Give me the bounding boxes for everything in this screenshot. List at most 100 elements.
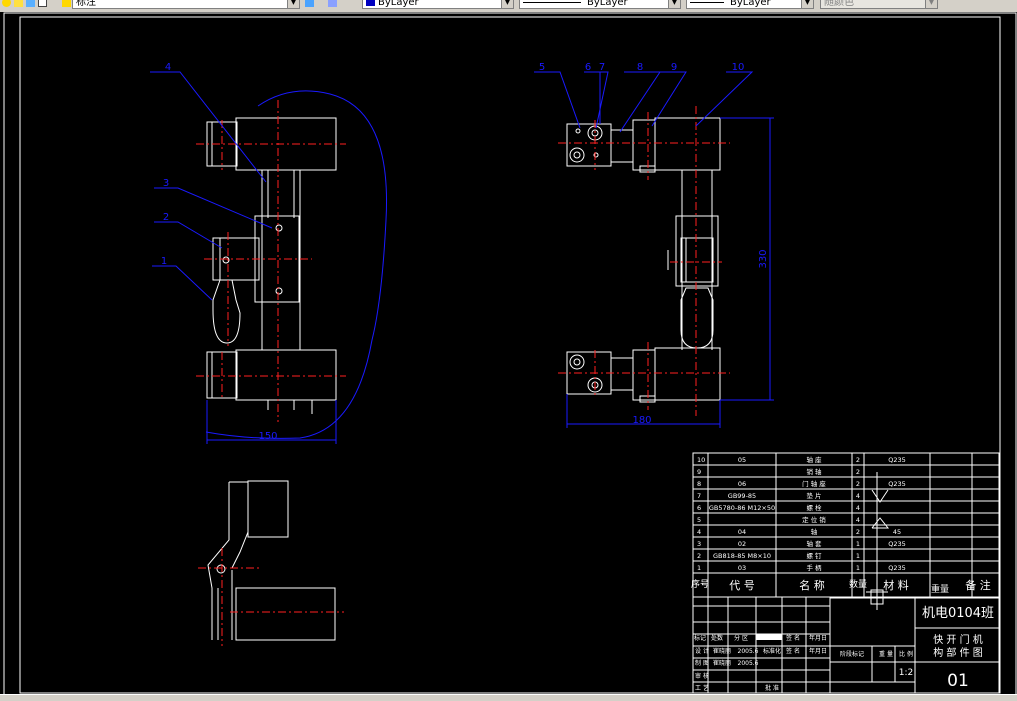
row-date-2: 年月日 [809, 647, 827, 655]
dimension-180: 180 [632, 415, 651, 426]
color-dropdown[interactable]: ByLayer ▼ [362, 0, 514, 9]
parts-cell-no: 3 [697, 540, 701, 548]
header-no: 序号 [691, 578, 709, 590]
header-code: 代 号 [729, 579, 755, 592]
header-weight: 重量 [931, 583, 949, 595]
header-qty: 数量 [849, 578, 867, 590]
plot-style-dropdown[interactable]: 随颜色 ▼ [820, 0, 938, 9]
row-sign: 签 名 [786, 634, 800, 642]
row-mark: 标记 [694, 634, 706, 642]
parts-cell-name: 垫 片 [806, 491, 821, 500]
balloon-8: 8 [637, 62, 643, 73]
lineweight-dropdown[interactable]: ByLayer ▼ [686, 0, 814, 9]
parts-cell-no: 5 [697, 516, 701, 524]
linetype-dropdown-value: ByLayer [587, 0, 628, 8]
parts-cell-material: Q235 [888, 456, 906, 464]
parts-cell-no: 2 [697, 552, 701, 560]
parts-cell-no: 4 [697, 528, 701, 536]
layer-icon[interactable] [62, 0, 71, 7]
row-process: 工 艺 [695, 684, 709, 692]
lock-icon[interactable] [26, 0, 35, 7]
row-design-date: 2005.6 [738, 648, 759, 655]
header-name: 名 称 [799, 578, 825, 592]
row-weight: 重 量 [879, 650, 893, 658]
row-count: 处数 [711, 634, 723, 642]
parts-cell-code: 05 [738, 456, 746, 464]
row-draw-date: 2005.6 [738, 660, 759, 667]
drawing-title-line-2: 构 部 件 图 [933, 646, 983, 659]
parts-cell-no: 1 [697, 564, 701, 572]
balloon-5: 5 [539, 62, 545, 73]
layer-dropdown[interactable]: 标注 ▼ [72, 0, 300, 9]
row-ratio: 比 例 [899, 650, 913, 658]
parts-cell-qty: 4 [856, 492, 860, 500]
parts-cell-no: 10 [697, 456, 705, 464]
parts-cell-qty: 1 [856, 540, 860, 548]
scale-value: 1:2 [899, 668, 913, 678]
chevron-down-icon: ▼ [668, 0, 680, 8]
balloon-7: 7 [599, 62, 605, 73]
header-remark: 备 注 [965, 578, 991, 592]
parts-cell-code: 04 [738, 528, 746, 536]
row-drafter: 崔晓丽 [713, 659, 731, 667]
linetype-dropdown[interactable]: ByLayer ▼ [519, 0, 681, 9]
balloon-1: 1 [161, 256, 167, 267]
parts-cell-name: 螺 栓 [806, 503, 822, 512]
row-review: 审 核 [695, 672, 709, 680]
layer-previous-icon[interactable] [328, 0, 337, 7]
parts-cell-code: 03 [738, 564, 746, 572]
parts-cell-qty: 2 [856, 528, 860, 536]
parts-cell-qty: 2 [856, 456, 860, 464]
header-material: 材 料 [883, 578, 909, 592]
front-view: 4 3 2 1 150 [150, 62, 388, 444]
color-dropdown-value: ByLayer [378, 0, 419, 8]
class-name: 机电0104班 [922, 606, 994, 621]
make-current-layer-icon[interactable] [305, 0, 314, 7]
row-draw: 制 图 [695, 659, 709, 667]
parts-cell-no: 9 [697, 468, 701, 476]
parts-cell-name: 轴 [811, 527, 818, 536]
side-view: 5 6 7 8 9 10 180 330 [534, 62, 774, 428]
title-block: 10 05 轴 座 2 Q235 9 销 轴 2 8 06 门 轴 座 2 Q235 7 GB99-85 垫 … [691, 452, 1000, 694]
light-bulb-icon[interactable] [2, 0, 11, 7]
layer-dropdown-value: 标注 [76, 0, 96, 8]
balloon-3: 3 [163, 178, 169, 189]
drawing-canvas[interactable]: 4 3 2 1 150 5 6 7 8 9 10 180 330 10 05 轴… [0, 12, 1017, 694]
parts-cell-name: 螺 钉 [806, 551, 822, 560]
parts-cell-name: 轴 套 [806, 539, 822, 548]
parts-cell-no: 8 [697, 480, 701, 488]
parts-cell-qty: 4 [856, 504, 860, 512]
lineweight-dropdown-value: ByLayer [730, 0, 771, 8]
linetype-sample [523, 1, 581, 3]
dimension-150: 150 [258, 431, 277, 442]
parts-cell-qty: 1 [856, 564, 860, 572]
color-square-icon[interactable] [38, 0, 47, 7]
row-approve: 批 准 [765, 684, 779, 692]
parts-cell-name: 手 柄 [806, 563, 822, 572]
parts-cell-material: 45 [893, 528, 901, 536]
parts-cell-name: 定 位 销 [802, 515, 826, 524]
lineweight-sample [690, 1, 724, 3]
chevron-down-icon: ▼ [801, 0, 813, 8]
drawing-title-line-1: 快 开 门 机 [933, 633, 983, 646]
chevron-down-icon: ▼ [501, 0, 513, 8]
parts-cell-code: GB5780-86 M12×50 [709, 504, 775, 512]
row-zone: 分 区 [734, 634, 748, 642]
sun-icon[interactable] [14, 0, 23, 7]
row-stage-mark: 阶段标记 [840, 650, 864, 658]
parts-cell-code: 06 [738, 480, 746, 488]
signature-bar [756, 634, 782, 640]
balloon-6: 6 [585, 62, 591, 73]
dimension-330: 330 [758, 249, 769, 268]
parts-cell-name: 销 轴 [806, 467, 822, 476]
parts-cell-material: Q235 [888, 564, 906, 572]
parts-cell-no: 6 [697, 504, 701, 512]
chevron-down-icon: ▼ [925, 0, 937, 8]
parts-cell-name: 轴 座 [806, 455, 822, 464]
row-designer: 崔晓丽 [713, 647, 731, 655]
parts-cell-qty: 2 [856, 480, 860, 488]
row-sign-2: 签 名 [786, 647, 800, 655]
parts-cell-qty: 2 [856, 468, 860, 476]
parts-cell-name: 门 轴 座 [802, 479, 826, 488]
parts-cell-code: GB99-85 [728, 492, 756, 500]
